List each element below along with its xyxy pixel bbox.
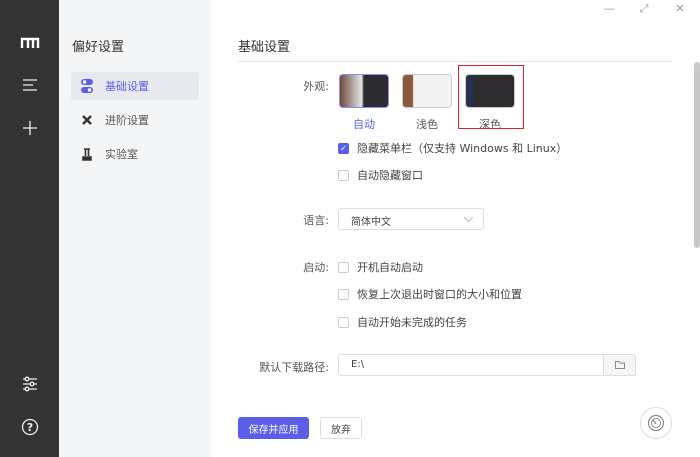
highlight-box <box>458 65 524 129</box>
nav-item-basic[interactable]: 基础设置 <box>71 72 199 100</box>
speedometer-icon <box>647 414 665 432</box>
maximize-button[interactable]: ⤢ <box>634 2 654 18</box>
checkbox-box <box>338 316 349 328</box>
close-button[interactable]: ✕ <box>670 2 690 18</box>
flask-icon <box>82 147 92 161</box>
nav-item-label: 基础设置 <box>105 80 149 93</box>
check-icon: ✓ <box>338 142 349 154</box>
toggle-icon <box>81 79 93 93</box>
add-task-icon[interactable] <box>17 117 43 139</box>
nav-item-label: 进阶设置 <box>105 114 149 127</box>
svg-text:?: ? <box>27 421 33 434</box>
checkbox-label: 自动隐藏窗口 <box>357 169 423 182</box>
nav-item-lab[interactable]: 实验室 <box>71 140 199 168</box>
speedometer-button[interactable] <box>640 407 672 439</box>
checkbox-box <box>338 288 349 300</box>
save-apply-button[interactable]: 保存并应用 <box>238 417 309 439</box>
nav-item-advanced[interactable]: 进阶设置 <box>71 106 199 134</box>
theme-auto-thumbnail[interactable] <box>339 74 389 108</box>
theme-auto-label[interactable]: 自动 <box>339 116 389 132</box>
checkbox-label: 开机自动启动 <box>357 261 423 274</box>
preferences-icon[interactable] <box>17 373 43 395</box>
scrollbar-thumb[interactable] <box>694 62 700 248</box>
download-path-label: 默认下载路径: <box>259 361 329 374</box>
task-list-icon[interactable] <box>17 74 43 96</box>
language-select[interactable]: 简体中文 <box>338 208 484 230</box>
theme-light-label[interactable]: 浅色 <box>402 116 452 132</box>
download-path-value: E:\ <box>351 359 365 370</box>
minimize-button[interactable]: — <box>599 2 619 18</box>
checkbox-box <box>338 261 349 273</box>
nav-item-label: 实验室 <box>105 148 138 161</box>
settings-nav: 偏好设置 基础设置 进阶设置 实验室 <box>59 0 211 457</box>
main-panel: — ⤢ ✕ 基础设置 外观: 自动 浅色 深色 ✓ 隐藏菜单栏（仅支持 Windo… <box>211 0 700 457</box>
divider <box>238 61 672 62</box>
resume-tasks-checkbox[interactable]: 自动开始未完成的任务 <box>338 314 467 330</box>
download-path-input[interactable]: E:\ <box>338 354 636 376</box>
browse-folder-button[interactable] <box>603 354 636 376</box>
nav-title: 偏好设置 <box>72 40 125 55</box>
language-label: 语言: <box>303 214 329 227</box>
theme-light-thumbnail[interactable] <box>402 74 452 108</box>
appearance-label: 外观: <box>303 80 329 93</box>
checkbox-label: 隐藏菜单栏（仅支持 Windows 和 Linux） <box>357 142 568 155</box>
checkbox-box <box>338 169 349 181</box>
language-value: 简体中文 <box>351 217 391 228</box>
restore-window-checkbox[interactable]: 恢复上次退出时窗口的大小和位置 <box>338 286 522 302</box>
auto-launch-checkbox[interactable]: 开机自动启动 <box>338 259 423 275</box>
checkbox-label: 自动开始未完成的任务 <box>357 316 467 329</box>
folder-icon <box>614 361 625 369</box>
auto-hide-window-checkbox[interactable]: 自动隐藏窗口 <box>338 167 423 183</box>
startup-label: 启动: <box>303 261 329 274</box>
page-title: 基础设置 <box>238 40 291 55</box>
help-icon[interactable]: ? <box>17 416 43 438</box>
chevron-down-icon <box>464 217 473 222</box>
app-rail: ? <box>0 0 59 457</box>
logo-icon <box>17 32 43 54</box>
tools-icon <box>82 115 92 125</box>
checkbox-label: 恢复上次退出时窗口的大小和位置 <box>357 288 522 301</box>
discard-button[interactable]: 放弃 <box>320 417 362 439</box>
hide-menubar-checkbox[interactable]: ✓ 隐藏菜单栏（仅支持 Windows 和 Linux） <box>338 140 567 156</box>
